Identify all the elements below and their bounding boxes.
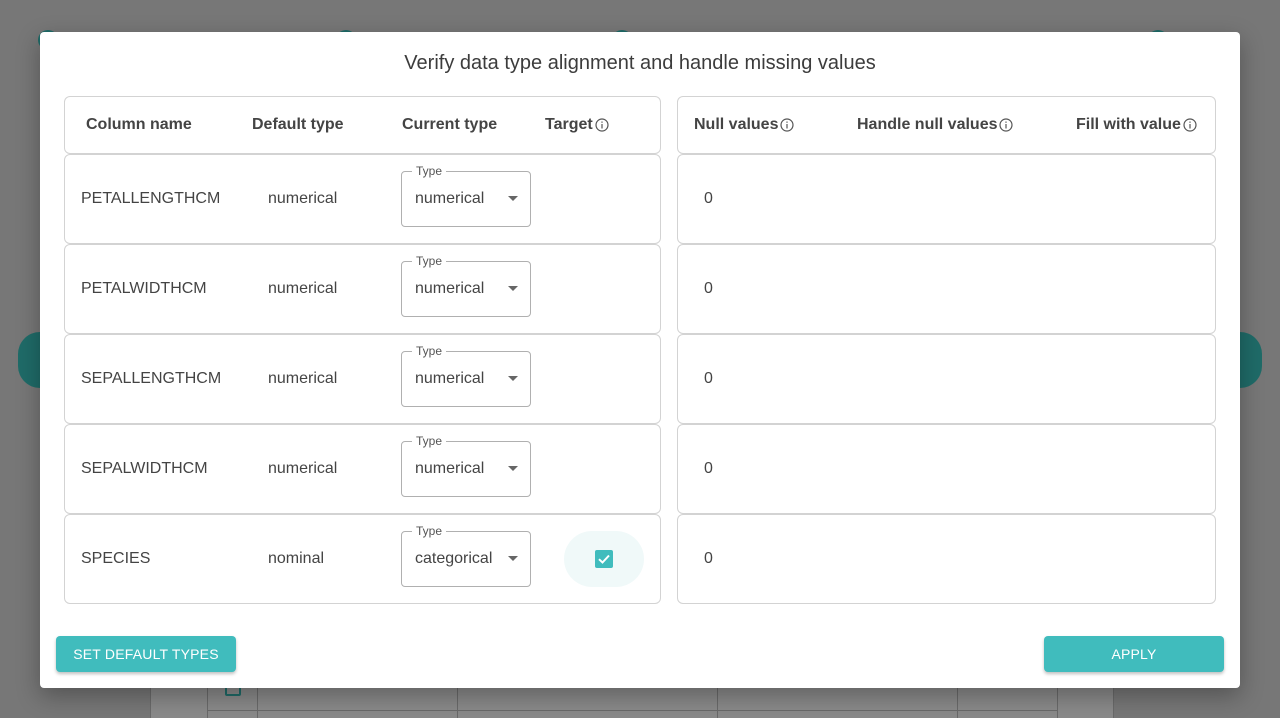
null-row: 0 xyxy=(677,244,1216,334)
apply-button[interactable]: APPLY xyxy=(1044,636,1224,672)
default-type-cell: numerical xyxy=(268,370,338,387)
type-row: SEPALWIDTHCM numerical Type numerical xyxy=(64,424,661,514)
type-select-value: numerical xyxy=(415,190,485,207)
type-select[interactable]: Type categorical xyxy=(401,523,531,587)
column-name-cell: SEPALLENGTHCM xyxy=(81,370,222,387)
header-handle-null: Handle null values xyxy=(857,97,1014,153)
header-target-label: Target xyxy=(545,116,593,133)
default-type-cell: numerical xyxy=(268,190,338,207)
null-row: 0 xyxy=(677,424,1216,514)
data-type-dialog: Verify data type alignment and handle mi… xyxy=(40,32,1240,688)
column-name-cell: SPECIES xyxy=(81,550,151,567)
set-default-types-button[interactable]: SET DEFAULT TYPES xyxy=(56,636,236,672)
info-icon[interactable] xyxy=(595,118,609,132)
null-count-cell: 0 xyxy=(704,460,713,477)
target-checkbox[interactable] xyxy=(595,550,613,568)
null-count-cell: 0 xyxy=(704,370,713,387)
target-checkbox-wrapper xyxy=(564,531,644,587)
null-row: 0 xyxy=(677,334,1216,424)
type-select-value: numerical xyxy=(415,370,485,387)
header-fill-value: Fill with value xyxy=(1076,97,1197,153)
type-select[interactable]: Type numerical xyxy=(401,253,531,317)
type-select-value: categorical xyxy=(415,550,493,567)
type-select-value: numerical xyxy=(415,460,485,477)
type-select[interactable]: Type numerical xyxy=(401,343,531,407)
column-name-cell: SEPALWIDTHCM xyxy=(81,460,208,477)
header-default-type: Default type xyxy=(252,116,344,133)
header-handle-null-label: Handle null values xyxy=(857,116,998,133)
dropdown-arrow-icon xyxy=(508,196,518,201)
checkmark-icon xyxy=(598,554,610,564)
info-icon[interactable] xyxy=(780,118,795,132)
null-row: 0 xyxy=(677,154,1216,244)
header-fill-value-label: Fill with value xyxy=(1076,116,1181,133)
header-target: Target xyxy=(545,97,609,153)
column-name-cell: PETALWIDTHCM xyxy=(81,280,207,297)
type-select[interactable]: Type numerical xyxy=(401,433,531,497)
type-table-header: Column name Default type Current type Ta… xyxy=(64,96,661,154)
default-type-cell: nominal xyxy=(268,550,325,567)
type-select-value: numerical xyxy=(415,280,485,297)
default-type-cell: numerical xyxy=(268,460,338,477)
column-name-cell: PETALLENGTHCM xyxy=(81,190,221,207)
null-table-header: Null values Handle null values Fill with… xyxy=(677,96,1216,154)
type-row: PETALLENGTHCM numerical Type numerical xyxy=(64,154,661,244)
info-icon[interactable] xyxy=(1183,118,1197,132)
type-row: SPECIES nominal Type categorical xyxy=(64,514,661,604)
type-select[interactable]: Type numerical xyxy=(401,163,531,227)
type-row: SEPALLENGTHCM numerical Type numerical xyxy=(64,334,661,424)
default-type-cell: numerical xyxy=(268,280,338,297)
dropdown-arrow-icon xyxy=(508,376,518,381)
null-count-cell: 0 xyxy=(704,550,713,567)
header-column-name: Column name xyxy=(86,116,192,133)
null-row: 0 xyxy=(677,514,1216,604)
dropdown-arrow-icon xyxy=(508,286,518,291)
dialog-title: Verify data type alignment and handle mi… xyxy=(404,52,876,74)
info-icon[interactable] xyxy=(999,118,1014,132)
dropdown-arrow-icon xyxy=(508,466,518,471)
null-count-cell: 0 xyxy=(704,280,713,297)
null-count-cell: 0 xyxy=(704,190,713,207)
header-current-type: Current type xyxy=(402,116,498,133)
header-null-values-label: Null values xyxy=(694,116,779,133)
header-null-values: Null values xyxy=(694,97,795,153)
dropdown-arrow-icon xyxy=(508,556,518,561)
type-row: PETALWIDTHCM numerical Type numerical xyxy=(64,244,661,334)
